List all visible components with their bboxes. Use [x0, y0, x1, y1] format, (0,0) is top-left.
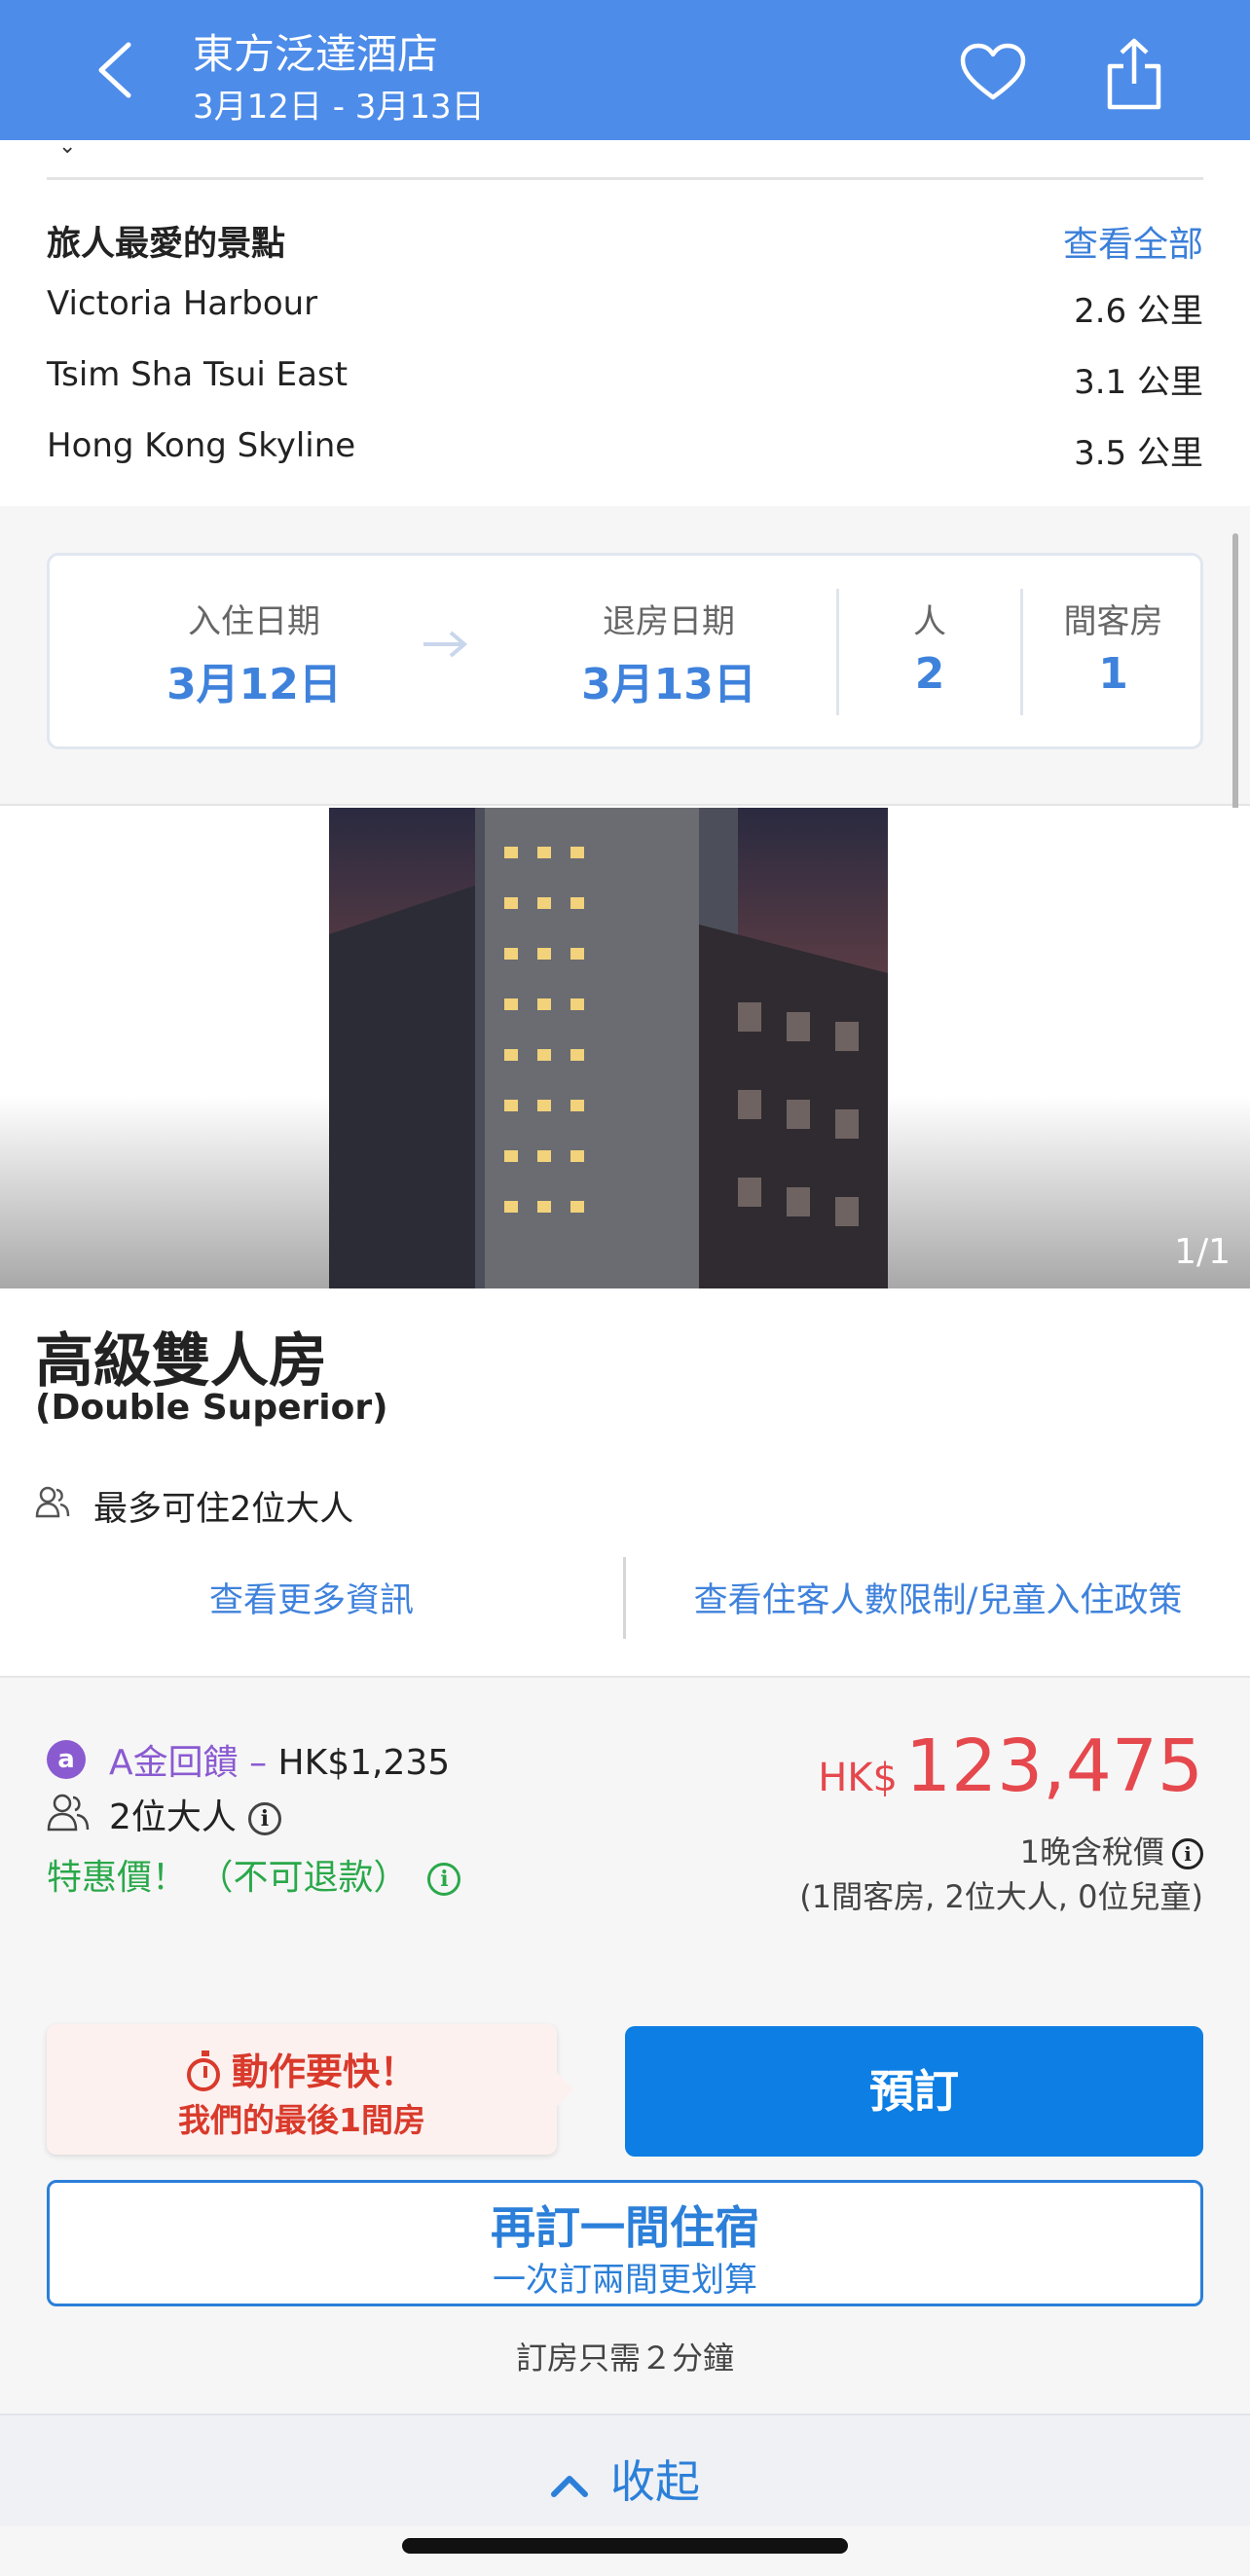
urgency-subtitle: 我們的最後1間房 — [178, 2101, 425, 2139]
chevron-up-icon — [551, 2475, 588, 2497]
hotel-title: 東方泛達酒店 — [193, 30, 439, 78]
book-button[interactable]: 預訂 — [625, 2026, 1203, 2157]
collapse-button[interactable]: 收起 — [0, 2413, 1250, 2526]
attraction-name: Hong Kong Skyline — [47, 426, 356, 465]
room-photo-gallery[interactable]: 1/1 — [0, 808, 1250, 1288]
deal-label: 特惠價！ （不可退款） i — [47, 1849, 461, 1900]
heart-icon[interactable] — [959, 43, 1027, 101]
divider — [47, 177, 1203, 180]
hotel-photo[interactable] — [329, 808, 888, 1288]
rooms-value[interactable]: 1 — [1023, 649, 1203, 699]
book-another-subtitle: 一次訂兩間更划算 — [493, 2261, 757, 2300]
cashback-prefix: A金回饋 – — [109, 1743, 268, 1783]
room-name-en: (Double Superior) — [35, 1388, 388, 1428]
people-icon — [35, 1486, 70, 1518]
chevron-down-icon[interactable]: ⌄ — [58, 134, 76, 159]
max-occupancy: 最多可住2位大人 — [93, 1490, 354, 1529]
guest-count-text: 2位大人 — [109, 1797, 237, 1837]
book-another-title: 再訂一間住宿 — [491, 2201, 759, 2254]
attraction-distance: 3.1 公里 — [1074, 363, 1203, 402]
attraction-distance: 3.5 公里 — [1074, 434, 1203, 473]
urgency-title: 動作要快！ — [47, 2042, 557, 2095]
info-icon[interactable]: i — [1172, 1838, 1203, 1869]
checkin-value[interactable]: 3月12日 — [137, 649, 371, 711]
app-header: 東方泛達酒店 3月12日 - 3月13日 — [0, 0, 1250, 140]
per-night-text: 1晚含稅價 — [1019, 1833, 1164, 1870]
attraction-name: Tsim Sha Tsui East — [47, 355, 349, 394]
booking-time-note: 訂房只需２分鐘 — [515, 2340, 734, 2376]
date-range: 3月12日 - 3月13日 — [193, 88, 485, 127]
people-icon — [47, 1794, 90, 1832]
attraction-row: Hong Kong Skyline 3.5 公里 — [47, 426, 1203, 475]
urgency-title-text: 動作要快！ — [231, 2050, 417, 2093]
timer-icon — [186, 2050, 220, 2091]
date-guest-selector[interactable]: 入住日期 3月12日 退房日期 3月13日 人 2 間客房 1 — [47, 553, 1203, 749]
collapse-content: 收起 — [0, 2447, 1250, 2511]
deal-text: 特惠價！ （不可退款） — [47, 1858, 409, 1898]
attraction-name: Victoria Harbour — [47, 284, 318, 323]
more-info-link[interactable]: 查看更多資訊 — [0, 1573, 623, 1622]
checkout-value[interactable]: 3月13日 — [552, 649, 786, 711]
checkin-label: 入住日期 — [188, 602, 320, 641]
guest-count: 2位大人 i — [109, 1789, 281, 1839]
price-amount: 123,475 — [904, 1724, 1203, 1808]
attraction-row: Victoria Harbour 2.6 公里 — [47, 284, 1203, 333]
attraction-distance: 2.6 公里 — [1074, 292, 1203, 331]
cashback-label: A金回饋 – HK$1,235 — [109, 1734, 450, 1785]
view-all-link[interactable]: 查看全部 — [1063, 216, 1203, 267]
photo-counter: 1/1 — [1174, 1232, 1231, 1272]
coin-icon: a — [47, 1740, 86, 1779]
price-currency: HK$ — [818, 1756, 898, 1800]
cashback-amount: HK$1,235 — [277, 1743, 451, 1783]
guests-value[interactable]: 2 — [839, 649, 1020, 699]
info-icon[interactable]: i — [247, 1802, 281, 1835]
collapse-label: 收起 — [610, 2455, 700, 2508]
price-detail: (1間客房, 2位大人, 0位兒童) — [799, 1878, 1203, 1915]
back-arrow-icon[interactable] — [90, 39, 142, 101]
policy-link[interactable]: 查看住客人數限制/兒童入住政策 — [626, 1573, 1250, 1622]
per-night-label: 1晚含稅價 i — [1020, 1828, 1203, 1872]
guests-label: 人 — [913, 602, 946, 641]
room-name: 高級雙人房 — [35, 1327, 327, 1396]
price: HK$ 123,475 — [818, 1724, 1203, 1808]
checkout-label: 退房日期 — [603, 602, 735, 641]
rooms-label: 間客房 — [1063, 602, 1163, 641]
urgency-callout: 動作要快！ 我們的最後1間房 — [47, 2024, 574, 2155]
attractions-title: 旅人最愛的景點 — [47, 225, 286, 264]
share-icon[interactable] — [1100, 37, 1168, 111]
book-another-button[interactable]: 再訂一間住宿 一次訂兩間更划算 — [47, 2180, 1203, 2306]
home-indicator[interactable] — [402, 2538, 848, 2554]
info-icon[interactable]: i — [427, 1863, 461, 1896]
arrow-right-icon — [423, 631, 468, 658]
attraction-row: Tsim Sha Tsui East 3.1 公里 — [47, 355, 1203, 404]
